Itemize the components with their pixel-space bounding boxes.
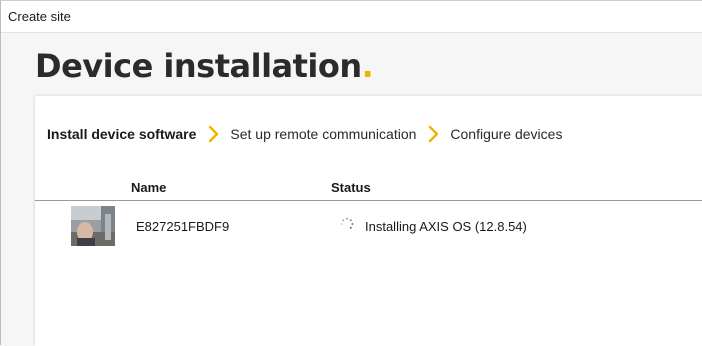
column-header-status[interactable]: Status xyxy=(331,180,371,195)
application-window: Create site Device installation. Install… xyxy=(0,0,702,346)
window-title: Create site xyxy=(8,9,71,24)
title-bar: Create site xyxy=(1,1,702,33)
device-name: E827251FBDF9 xyxy=(136,219,230,234)
chevron-right-icon xyxy=(429,125,439,143)
step-configure-devices: Configure devices xyxy=(450,126,563,142)
step-install-device-software: Install device software xyxy=(47,126,197,142)
column-header-name[interactable]: Name xyxy=(131,180,166,195)
table-row[interactable]: E827251FBDF9 Installing AXIS OS (12.8.54… xyxy=(35,203,702,251)
chevron-right-icon xyxy=(209,125,219,143)
page-title: Device installation. xyxy=(35,47,374,85)
wizard-stepper: Install device software Set up remote co… xyxy=(47,124,562,144)
device-table-header: Name Status xyxy=(35,179,702,201)
step-set-up-remote-communication: Set up remote communication xyxy=(230,126,417,142)
installation-panel: Install device software Set up remote co… xyxy=(35,96,702,346)
page-title-accent-dot: . xyxy=(361,47,374,85)
loading-spinner-icon xyxy=(340,217,354,229)
device-status: Installing AXIS OS (12.8.54) xyxy=(365,219,527,234)
device-thumbnail xyxy=(71,206,115,246)
page-title-text: Device installation xyxy=(35,47,362,85)
